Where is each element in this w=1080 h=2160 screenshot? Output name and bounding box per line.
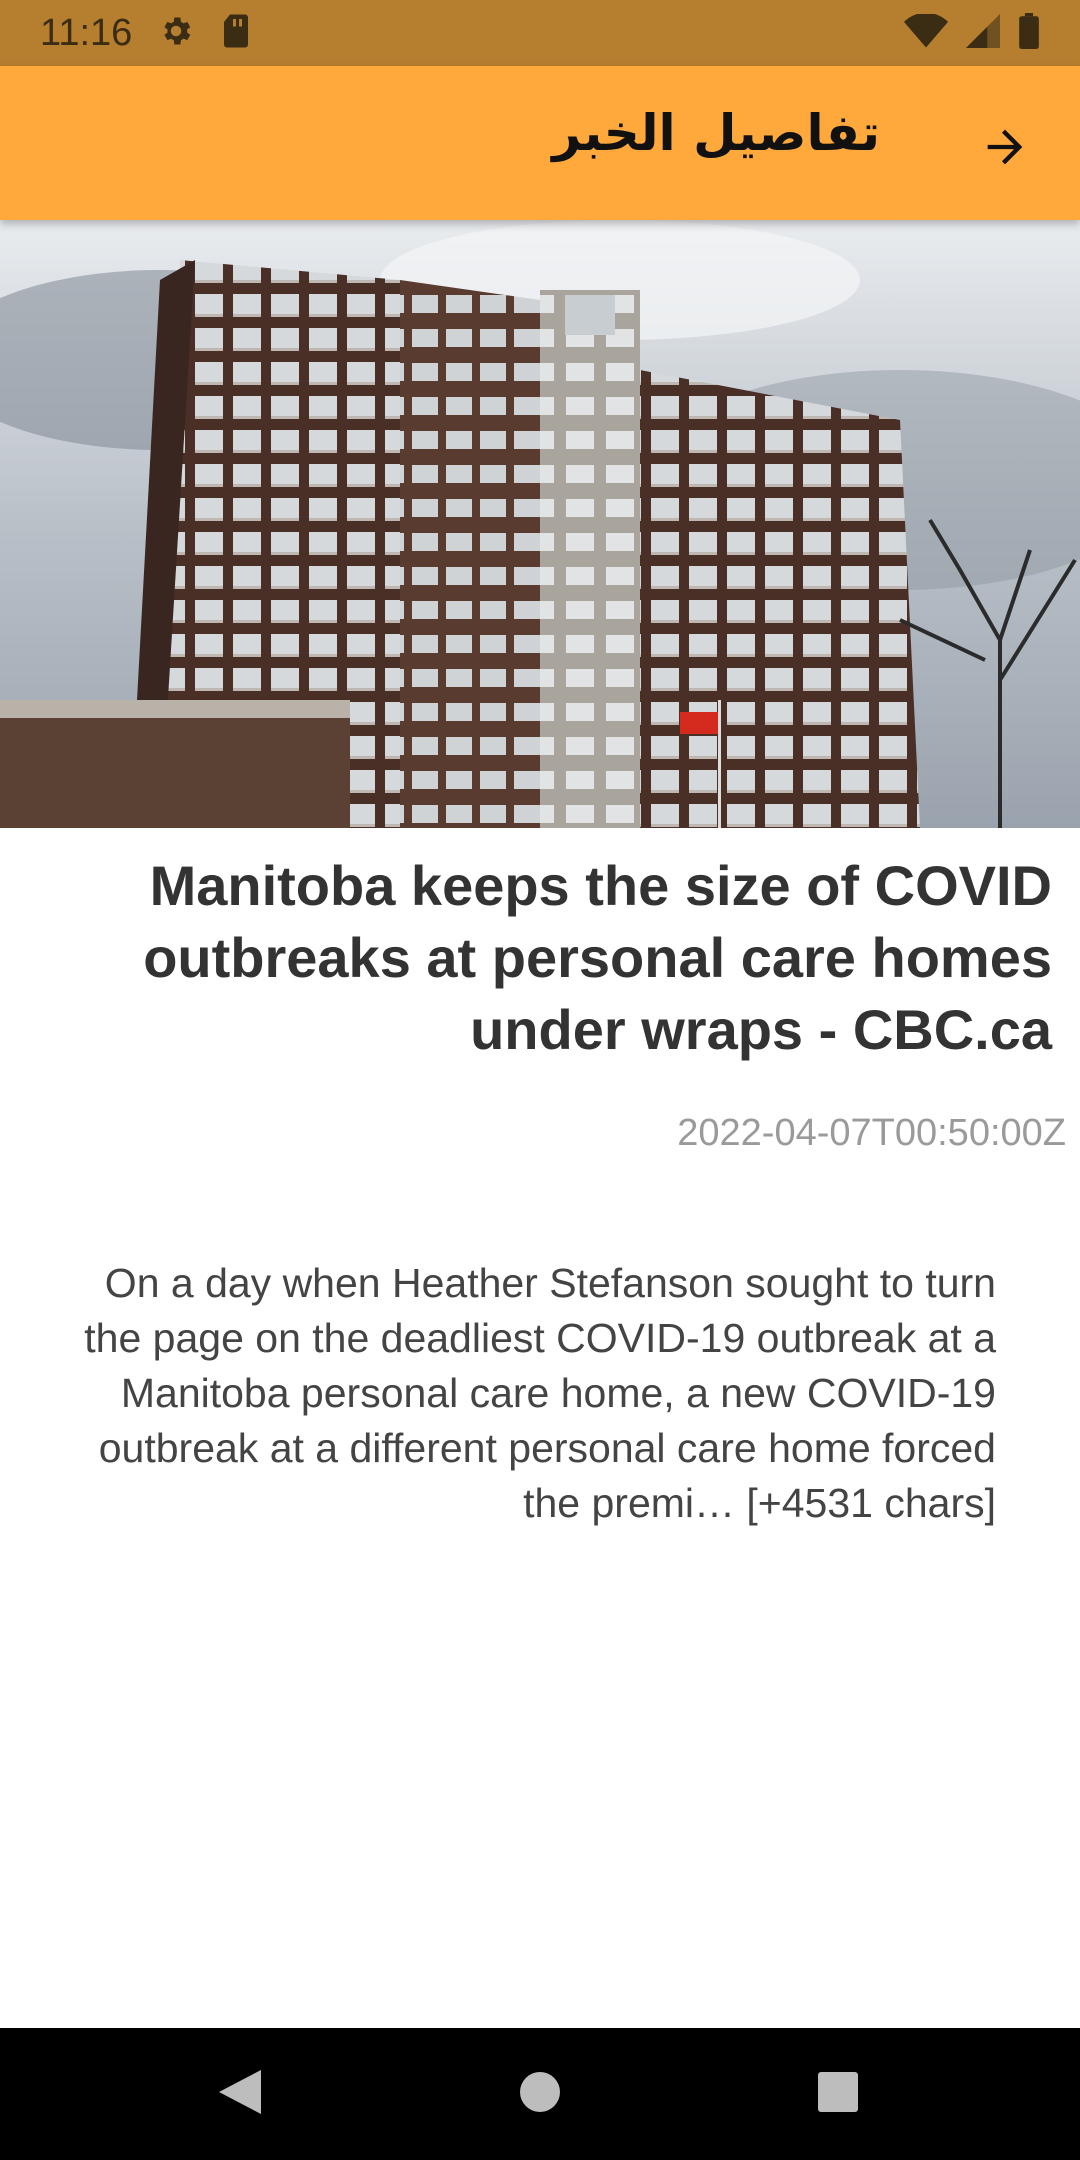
wifi-icon <box>904 12 948 52</box>
status-right <box>904 12 1040 53</box>
system-nav-bar <box>0 2028 1080 2160</box>
sd-card-icon <box>220 13 252 53</box>
recents-square-icon <box>817 2071 859 2117</box>
home-circle-icon <box>518 2070 562 2118</box>
article-content: On a day when Heather Stefanson sought t… <box>84 1260 996 1526</box>
settings-icon <box>158 13 194 53</box>
status-time: 11:16 <box>40 11 133 54</box>
back-button[interactable] <box>970 114 1040 184</box>
nav-recents-button[interactable] <box>808 2064 868 2124</box>
article-headline: Manitoba keeps the size of COVID outbrea… <box>143 854 1052 1061</box>
article-image <box>0 220 1080 828</box>
nav-home-button[interactable] <box>510 2064 570 2124</box>
back-triangle-icon <box>217 2068 263 2120</box>
nav-back-button[interactable] <box>210 2064 270 2124</box>
article-timestamp: 2022-04-07T00:50:00Z <box>677 1112 1066 1154</box>
news-detail-screen: 11:16 تفاصيل الخبر Manitoba keeps the si… <box>0 0 1080 2160</box>
app-bar-title: تفاصيل الخبر <box>552 104 880 162</box>
battery-icon <box>1018 13 1040 53</box>
cell-signal-icon <box>966 14 1000 52</box>
arrow-forward-icon <box>979 121 1031 177</box>
status-left: 11:16 <box>40 12 252 55</box>
app-bar: تفاصيل الخبر <box>0 66 1080 220</box>
status-bar: 11:16 <box>0 0 1080 66</box>
